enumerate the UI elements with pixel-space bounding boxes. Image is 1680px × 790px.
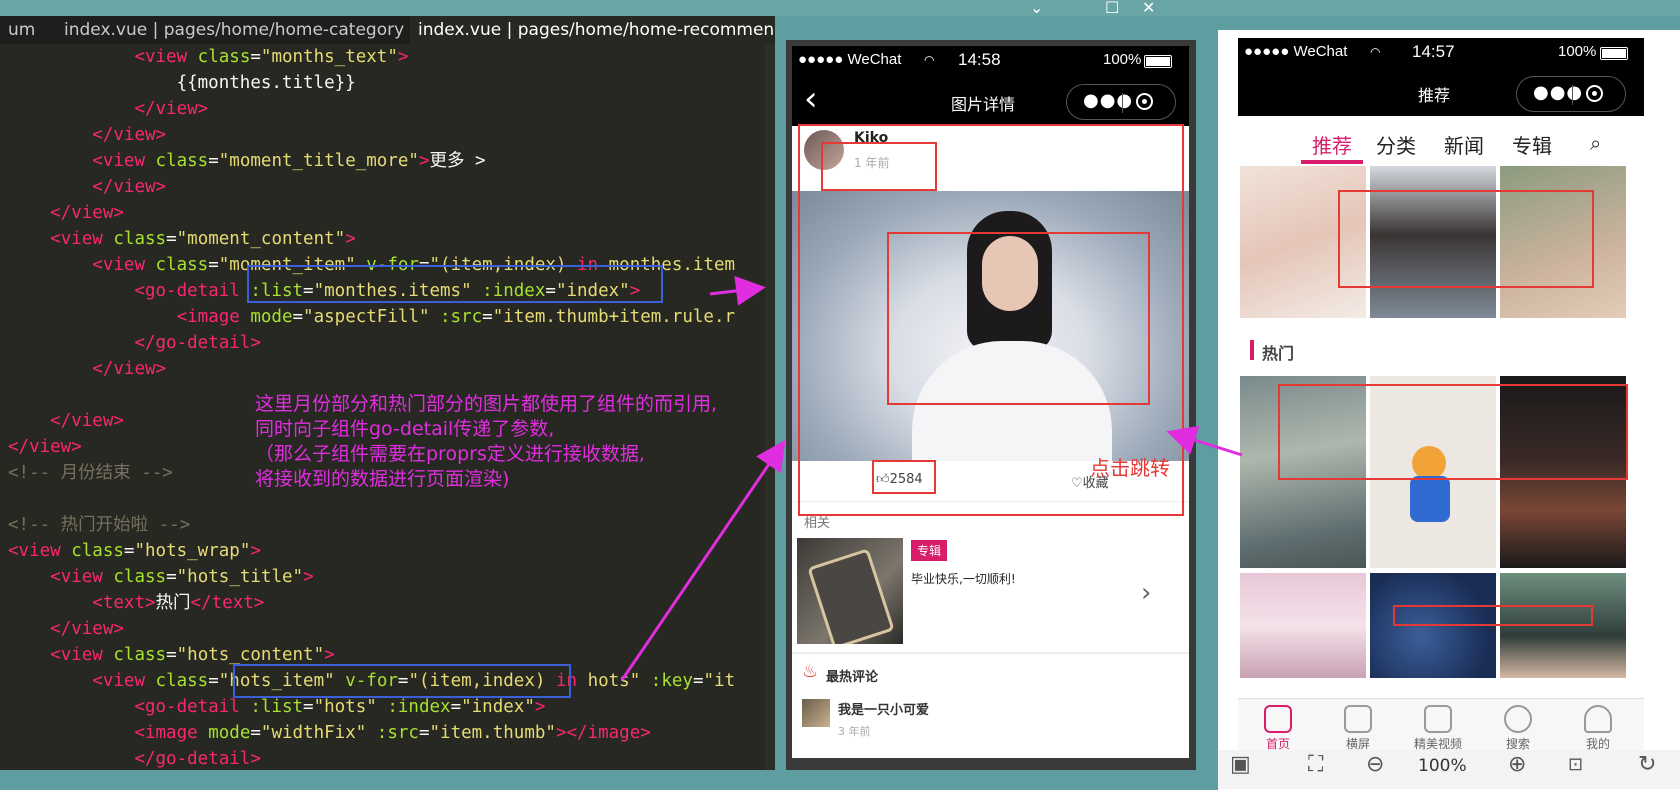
- annotation-arrows: [620, 275, 1243, 681]
- arrow-to-code: [709, 275, 766, 306]
- arrow-from-home: [1166, 425, 1243, 457]
- arrow-to-detail: [620, 440, 786, 681]
